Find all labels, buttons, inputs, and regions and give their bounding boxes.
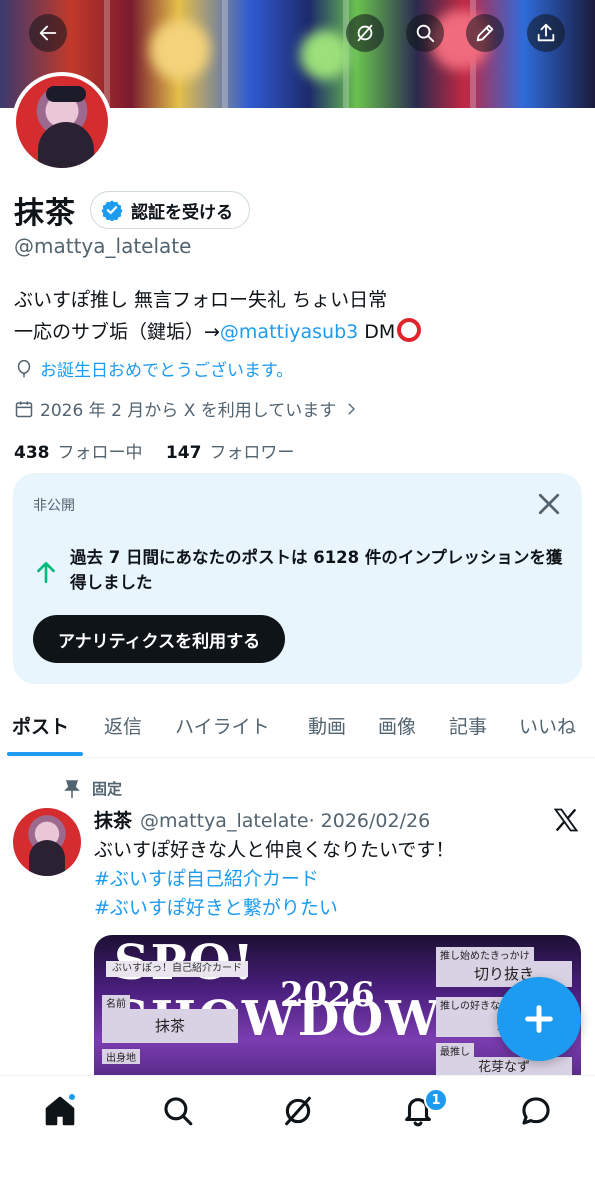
search-icon: [164, 1097, 193, 1126]
compose-post-button[interactable]: [497, 977, 581, 1061]
following-link[interactable]: 438 フォロー中: [14, 443, 143, 463]
profile-handle: @mattya_latelate: [14, 234, 192, 258]
birthday-row[interactable]: お誕生日おめでとうございます。: [14, 356, 293, 381]
media-name-value: 抹茶: [102, 1009, 238, 1043]
post-date[interactable]: · 2026/02/26: [309, 810, 431, 832]
nav-search[interactable]: [161, 1094, 195, 1128]
tab-photos[interactable]: 画像: [378, 712, 416, 739]
search-button[interactable]: [406, 14, 444, 52]
nav-messages[interactable]: [519, 1094, 553, 1128]
chat-bubble-icon: [522, 1097, 550, 1125]
bottom-nav: 1: [0, 1075, 595, 1200]
followers-count: 147: [165, 443, 202, 463]
hashtag-link-1[interactable]: #ぶいすぽ自己紹介カード: [94, 865, 454, 894]
bio-line-1: ぶいすぽ推し 無言フォロー失礼 ちょい日常: [14, 289, 388, 311]
birthday-text: お誕生日おめでとうございます。: [40, 361, 294, 381]
use-analytics-button[interactable]: アナリティクスを利用する: [33, 615, 286, 663]
x-logo-icon: [553, 808, 579, 832]
media-fav-label: 最推し: [436, 1043, 474, 1058]
media-name-label: 名前: [102, 995, 130, 1010]
tab-replies[interactable]: 返信: [104, 712, 142, 739]
calendar-icon: [15, 401, 33, 417]
search-icon: [416, 24, 435, 43]
post-text: ぶいすぽ好きな人と仲良くなりたいです！: [94, 839, 455, 861]
grok-icon: [285, 1096, 311, 1126]
back-button[interactable]: [29, 14, 67, 52]
media-card-tag: ぶいすぽっ！自己紹介カード: [106, 961, 248, 977]
arrow-left-icon: [39, 25, 57, 41]
media-origin-label: 出身地: [102, 1049, 140, 1064]
profile-name: 抹茶: [14, 196, 76, 231]
followers-link[interactable]: 147 フォロワー: [166, 443, 295, 463]
follow-stats: 438 フォロー中 147 フォロワー: [14, 438, 294, 463]
post-header: 抹茶 @mattya_latelate· 2026/02/26: [94, 806, 430, 833]
joined-row[interactable]: 2026 年 2 月から X を利用しています: [14, 396, 366, 421]
followers-label: フォロワー: [209, 443, 295, 463]
red-circle-emoji: [397, 318, 422, 342]
tab-highlights[interactable]: ハイライト: [175, 712, 270, 739]
bio-line-2-suffix: DM: [358, 321, 396, 343]
following-count: 438: [14, 443, 50, 463]
grok-button[interactable]: [346, 14, 384, 52]
tab-videos[interactable]: 動画: [308, 712, 346, 739]
media-fav-value: 花芽なず: [436, 1057, 572, 1075]
get-verified-button[interactable]: 認証を受ける: [90, 191, 250, 229]
hashtag-link-2[interactable]: #ぶいすぽ好きと繋がりたい: [94, 894, 454, 923]
verified-badge-icon: [101, 200, 123, 221]
media-box1-label: 推し始めたきっかけ: [436, 947, 534, 962]
balloon-icon: [17, 359, 31, 377]
post-author-name[interactable]: 抹茶: [94, 810, 132, 832]
arrow-up-icon: [37, 562, 55, 584]
post-avatar[interactable]: [13, 808, 81, 876]
grok-icon: [357, 24, 373, 42]
post-body: ぶいすぽ好きな人と仲良くなりたいです！ #ぶいすぽ自己紹介カード #ぶいすぽ好き…: [94, 836, 454, 923]
edit-button[interactable]: [466, 14, 504, 52]
joined-text: 2026 年 2 月から X を利用しています: [40, 401, 337, 421]
sub-account-link[interactable]: @mattiyasub3: [220, 321, 358, 343]
plus-icon: [525, 1005, 553, 1033]
pencil-icon: [476, 24, 494, 42]
chevron-right-icon: [348, 402, 356, 415]
notifications-badge: 1: [424, 1088, 448, 1112]
get-verified-label: 認証を受ける: [131, 202, 233, 223]
close-icon[interactable]: [534, 489, 564, 519]
impressions-message: 過去 7 日間にあなたのポストは 6128 件のインプレッションを獲得しました: [70, 548, 563, 592]
nav-grok[interactable]: [281, 1094, 315, 1128]
following-label: フォロー中: [57, 443, 143, 463]
post-author-handle[interactable]: @mattya_latelate: [140, 810, 309, 832]
profile-bio: ぶいすぽ推し 無言フォロー失礼 ちょい日常 一応のサブ垢（鍵垢）→@mattiy…: [14, 284, 422, 348]
tab-articles[interactable]: 記事: [449, 712, 487, 739]
profile-tabs: ポスト 返信 ハイライト 動画 画像 記事 いいね: [0, 700, 595, 758]
pin-icon: [64, 779, 80, 798]
home-unread-dot: [67, 1092, 77, 1102]
profile-avatar[interactable]: [12, 72, 112, 172]
bio-line-2-prefix: 一応のサブ垢（鍵垢）→: [14, 321, 220, 343]
private-label: 非公開: [33, 498, 75, 514]
share-button[interactable]: [527, 14, 565, 52]
tab-posts[interactable]: ポスト: [12, 712, 69, 739]
tab-likes[interactable]: いいね: [519, 712, 576, 739]
analytics-card: 非公開 過去 7 日間にあなたのポストは 6128 件のインプレッションを獲得し…: [13, 473, 582, 684]
share-icon: [537, 23, 555, 42]
active-tab-indicator: [7, 752, 83, 756]
pinned-indicator: 固定: [64, 778, 122, 799]
media-year: 2026: [280, 975, 375, 1015]
pinned-label: 固定: [92, 780, 123, 798]
